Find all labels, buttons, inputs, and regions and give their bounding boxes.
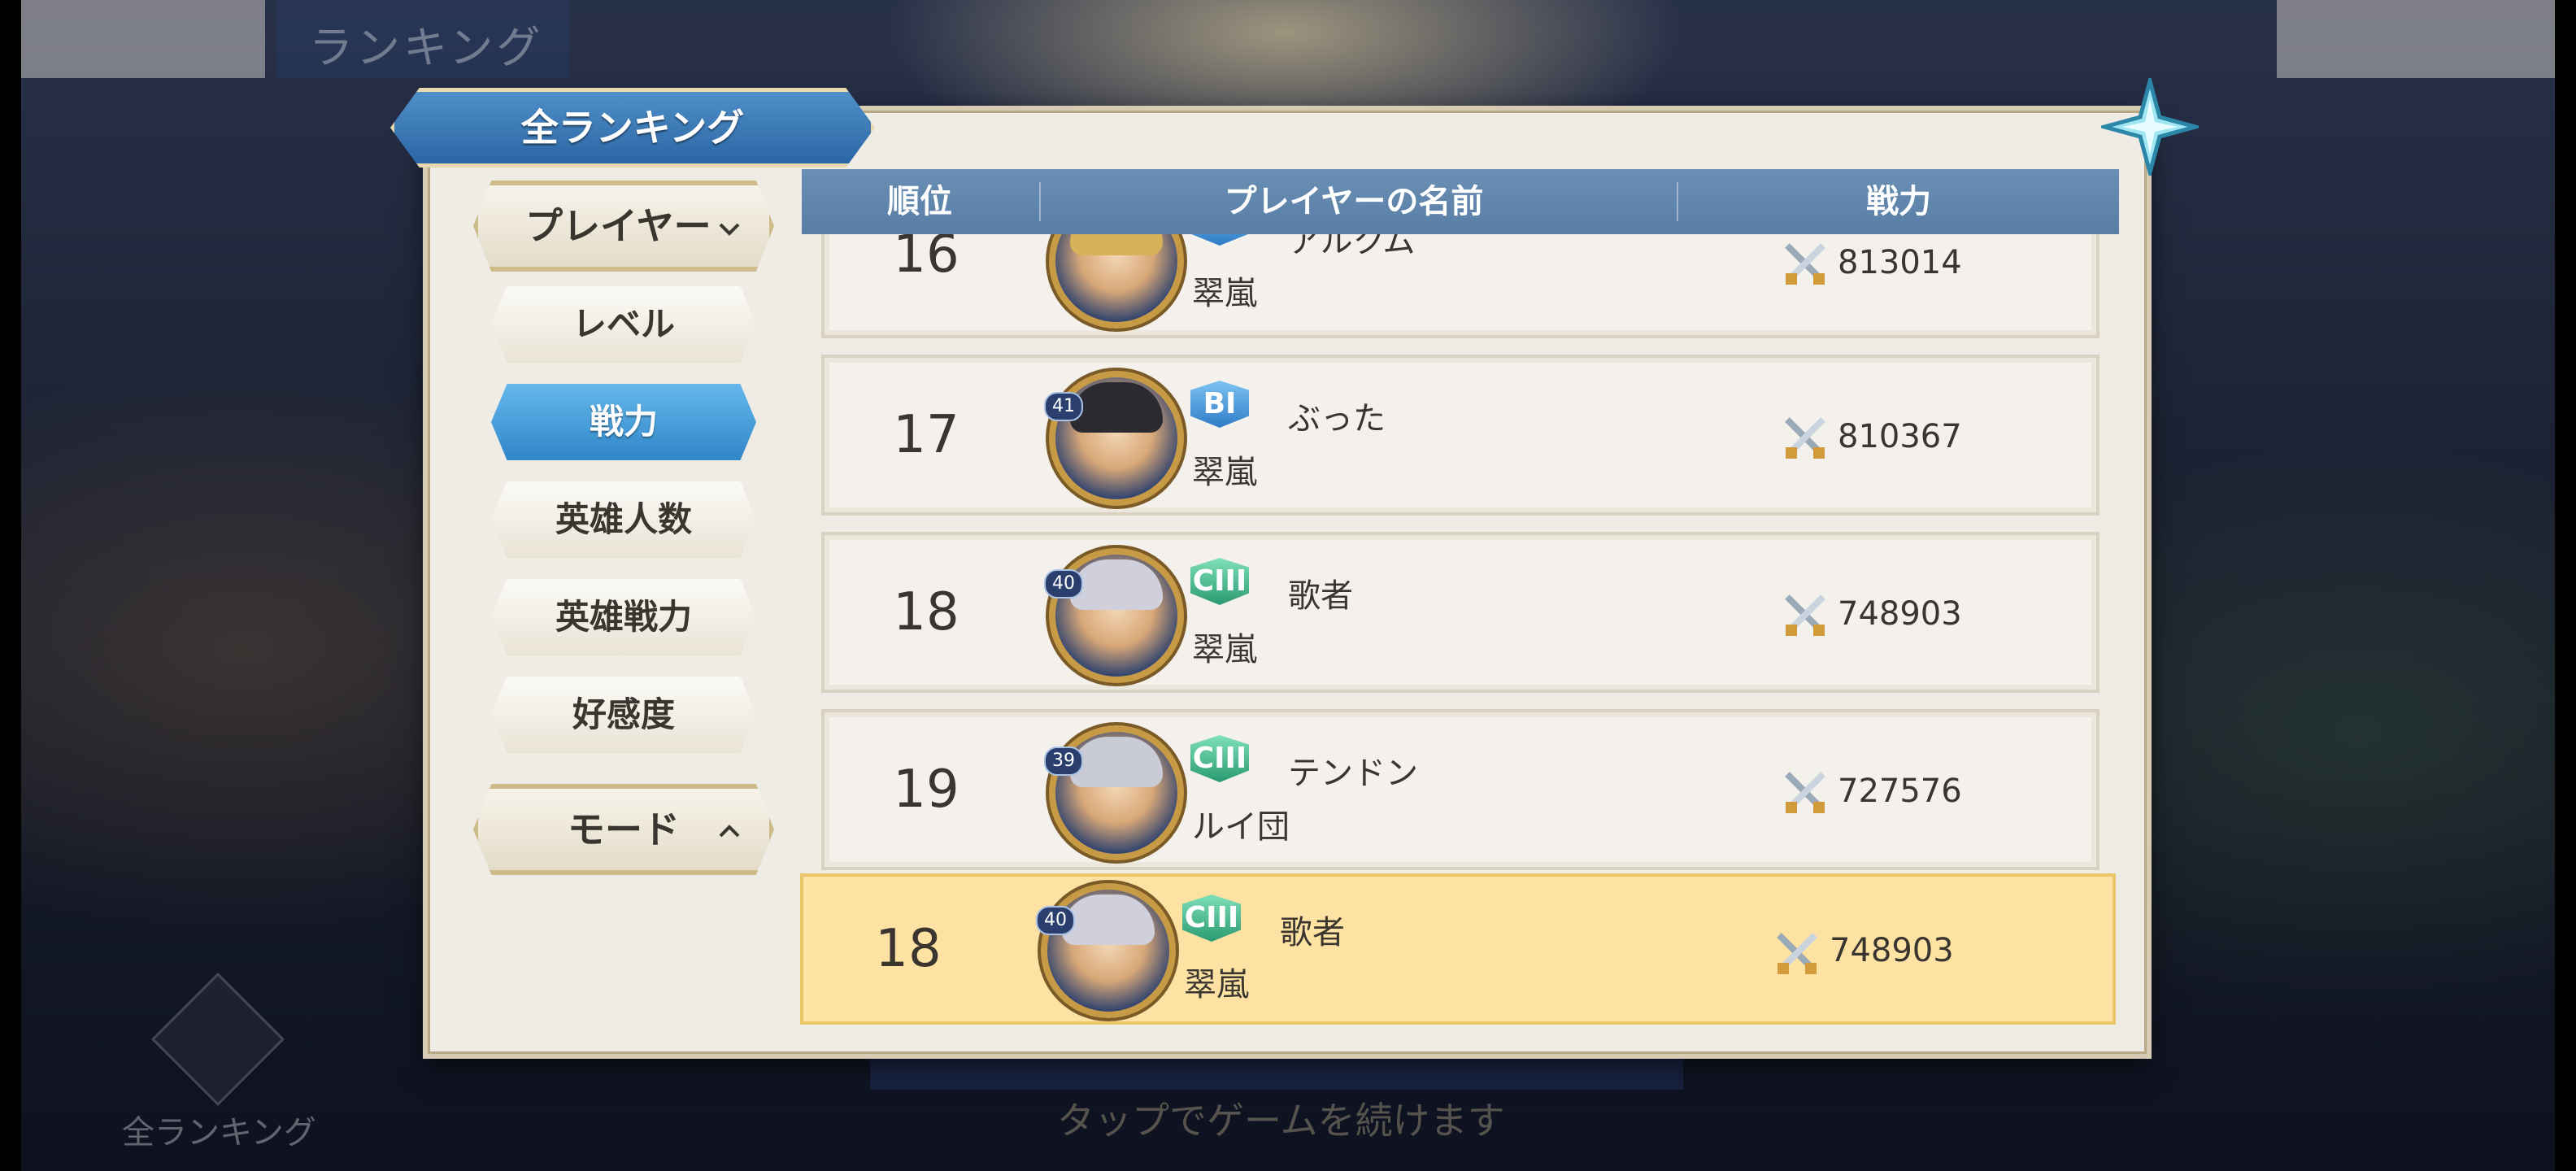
avatar-hair	[1070, 382, 1163, 433]
player-name: 歌者	[1280, 914, 1345, 951]
power-value: 810367	[1838, 418, 1962, 455]
player-name: 歌者	[1288, 577, 1353, 615]
sidebar-item-label: 英雄人数	[555, 499, 692, 539]
crossed-swords-icon	[1777, 933, 1817, 974]
table-header: 順位 プレイヤーの名前 戦力	[802, 169, 2119, 234]
sidebar-item-level[interactable]: レベル	[491, 286, 756, 363]
footer-bar	[870, 1056, 1683, 1090]
header-rank: 順位	[887, 183, 952, 220]
chevron-up-icon	[719, 825, 740, 838]
my-ranking-row[interactable]: 18 40 CIII 歌者 翠嵐 748903	[800, 873, 2116, 1025]
avatar-hair	[1062, 895, 1155, 945]
table-row[interactable]: 18 40 CIII 歌者 翠嵐 748903	[821, 532, 2100, 693]
player-dropdown[interactable]: プレイヤー	[473, 181, 774, 272]
crossed-swords-icon	[1785, 417, 1825, 459]
guild-name: 翠嵐	[1192, 275, 1257, 312]
guild-name: 翠嵐	[1192, 454, 1257, 491]
guild-name: 翠嵐	[1192, 631, 1257, 668]
rank-number: 18	[893, 582, 959, 642]
avatar-hair	[1070, 737, 1163, 787]
player-name: ぶった	[1288, 400, 1386, 437]
rank-number: 19	[893, 760, 959, 820]
sidebar-item-power[interactable]: 戦力	[491, 384, 756, 460]
rank-tier-badge: BI	[1190, 381, 1249, 428]
crossed-swords-icon	[1785, 772, 1825, 813]
level-badge: 40	[1044, 569, 1083, 599]
player-dropdown-label: プレイヤー	[525, 204, 711, 248]
top-back-tab	[21, 0, 265, 78]
chevron-down-icon	[719, 223, 740, 236]
bottom-left-label: 全ランキング	[122, 1114, 316, 1151]
rank-tier-badge: CIII	[1190, 735, 1249, 782]
level-badge: 39	[1044, 747, 1083, 776]
close-button[interactable]	[2096, 73, 2204, 181]
footer-hint[interactable]: タップでゲームを続けます	[1057, 1091, 1505, 1145]
level-badge: 40	[1036, 906, 1075, 935]
star-close-icon	[2096, 73, 2204, 181]
mode-dropdown-label: モード	[568, 808, 680, 851]
crossed-swords-icon	[1785, 243, 1825, 285]
sidebar-item-hero-count[interactable]: 英雄人数	[491, 481, 756, 558]
power-value: 727576	[1838, 773, 1962, 810]
rank-number: 18	[875, 919, 942, 979]
power-value: 748903	[1838, 595, 1962, 633]
rank-tier-badge: CIII	[1182, 895, 1241, 942]
guild-name: 翠嵐	[1184, 966, 1249, 1003]
guild-name: ルイ団	[1192, 808, 1290, 846]
sidebar-item-label: 英雄戦力	[555, 597, 692, 637]
sidebar-item-label: レベル	[572, 304, 675, 344]
power-value: 748903	[1830, 932, 1954, 969]
top-title: ランキング	[309, 22, 544, 73]
rank-tier-badge: CIII	[1190, 558, 1249, 605]
crossed-swords-icon	[1785, 594, 1825, 636]
power-value: 813014	[1838, 244, 1962, 281]
sidebar-item-affinity[interactable]: 好感度	[491, 677, 756, 753]
rank-number: 17	[893, 405, 959, 465]
sidebar-item-label: 戦力	[589, 402, 658, 442]
letterbox-right	[2555, 0, 2576, 1171]
table-row[interactable]: 19 39 CIII テンドン ルイ団 727576	[821, 709, 2100, 870]
avatar-hair	[1070, 559, 1163, 610]
sidebar-item-label: 好感度	[572, 694, 675, 734]
sidebar-item-hero-power[interactable]: 英雄戦力	[491, 579, 756, 655]
header-player-name: プレイヤーの名前	[1224, 183, 1484, 220]
panel-title: 全ランキング	[520, 106, 745, 150]
mode-dropdown[interactable]: モード	[473, 784, 774, 875]
table-row[interactable]: 17 41 BI ぶった 翠嵐 810367	[821, 355, 2100, 516]
player-name: テンドン	[1288, 755, 1418, 792]
top-right-tab	[2277, 0, 2555, 78]
header-power: 戦力	[1866, 183, 1931, 220]
letterbox-left	[0, 0, 21, 1171]
level-badge: 41	[1044, 392, 1083, 421]
